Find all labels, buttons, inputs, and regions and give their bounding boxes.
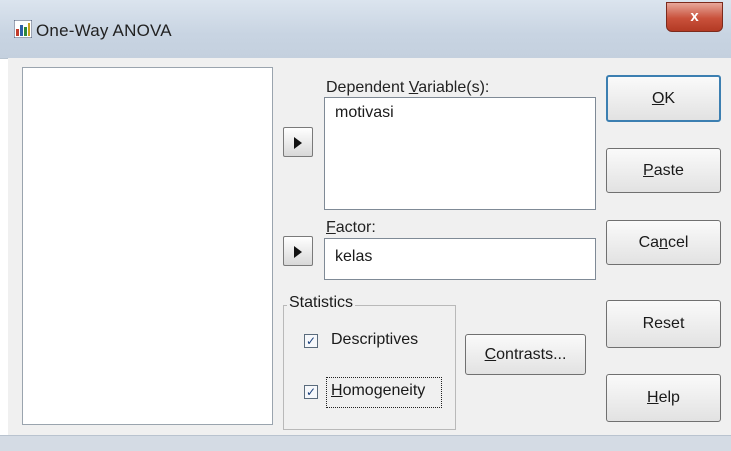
source-variable-list[interactable] xyxy=(22,67,273,425)
statistics-title: Statistics xyxy=(287,294,356,312)
paste-button[interactable]: Paste xyxy=(606,148,721,193)
dependent-list[interactable]: motivasi xyxy=(324,97,596,210)
right-arrow-icon xyxy=(294,137,302,149)
right-arrow-icon xyxy=(294,246,302,258)
window-title: One-Way ANOVA xyxy=(36,21,172,40)
cancel-button[interactable]: Cancel xyxy=(606,220,721,265)
window-bottom-border xyxy=(0,435,731,451)
homogeneity-label[interactable]: Homogeneity xyxy=(331,382,425,400)
homogeneity-checkbox[interactable]: ✓ xyxy=(304,385,318,399)
descriptives-checkbox[interactable]: ✓ xyxy=(304,334,318,348)
dependent-label: Dependent Variable(s): xyxy=(326,79,490,96)
app-icon xyxy=(14,20,32,38)
move-to-factor-button[interactable] xyxy=(283,236,313,266)
factor-value: kelas xyxy=(335,248,373,265)
reset-button[interactable]: Reset xyxy=(606,300,721,348)
title-bar: One-Way ANOVA x xyxy=(0,0,731,59)
descriptives-label[interactable]: Descriptives xyxy=(331,331,418,349)
close-button[interactable]: x xyxy=(666,2,723,32)
factor-label: Factor: xyxy=(326,219,376,236)
ok-button[interactable]: OK xyxy=(606,75,721,122)
contrasts-button[interactable]: Contrasts... xyxy=(465,334,586,375)
move-to-dependent-button[interactable] xyxy=(283,127,313,157)
factor-field[interactable]: kelas xyxy=(324,238,596,280)
help-button[interactable]: Help xyxy=(606,374,721,422)
list-item[interactable]: motivasi xyxy=(335,104,585,122)
statistics-group xyxy=(283,305,456,430)
